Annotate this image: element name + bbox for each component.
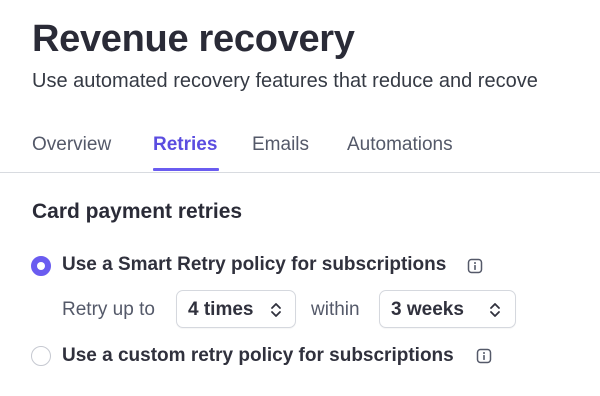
- chevron-up-down-icon: [490, 303, 500, 317]
- page-title: Revenue recovery: [32, 18, 355, 60]
- info-icon[interactable]: [476, 348, 492, 364]
- page-subtitle: Use automated recovery features that red…: [32, 70, 538, 92]
- custom-retry-label[interactable]: Use a custom retry policy for subscripti…: [62, 345, 454, 367]
- tab-bar: Overview Retries Emails Automations: [0, 128, 600, 173]
- retry-count-value: 4 times: [188, 299, 254, 320]
- smart-retry-radio[interactable]: [31, 256, 51, 276]
- tab-emails[interactable]: Emails: [252, 134, 309, 156]
- retry-prefix-text: Retry up to: [62, 299, 155, 320]
- revenue-recovery-page: Revenue recovery Use automated recovery …: [0, 0, 600, 396]
- tab-retries[interactable]: Retries: [153, 134, 217, 156]
- retry-period-select[interactable]: 3 weeks: [379, 290, 516, 328]
- chevron-up-down-icon: [271, 303, 281, 317]
- smart-retry-label[interactable]: Use a Smart Retry policy for subscriptio…: [62, 254, 446, 276]
- tab-overview[interactable]: Overview: [32, 134, 111, 156]
- custom-retry-radio[interactable]: [31, 346, 51, 366]
- info-icon[interactable]: [467, 258, 483, 274]
- retry-period-value: 3 weeks: [391, 299, 464, 320]
- tab-automations[interactable]: Automations: [347, 134, 453, 156]
- section-title: Card payment retries: [32, 200, 243, 223]
- retry-count-select[interactable]: 4 times: [176, 290, 296, 328]
- retry-connector-text: within: [311, 299, 360, 320]
- active-tab-indicator: [153, 168, 219, 171]
